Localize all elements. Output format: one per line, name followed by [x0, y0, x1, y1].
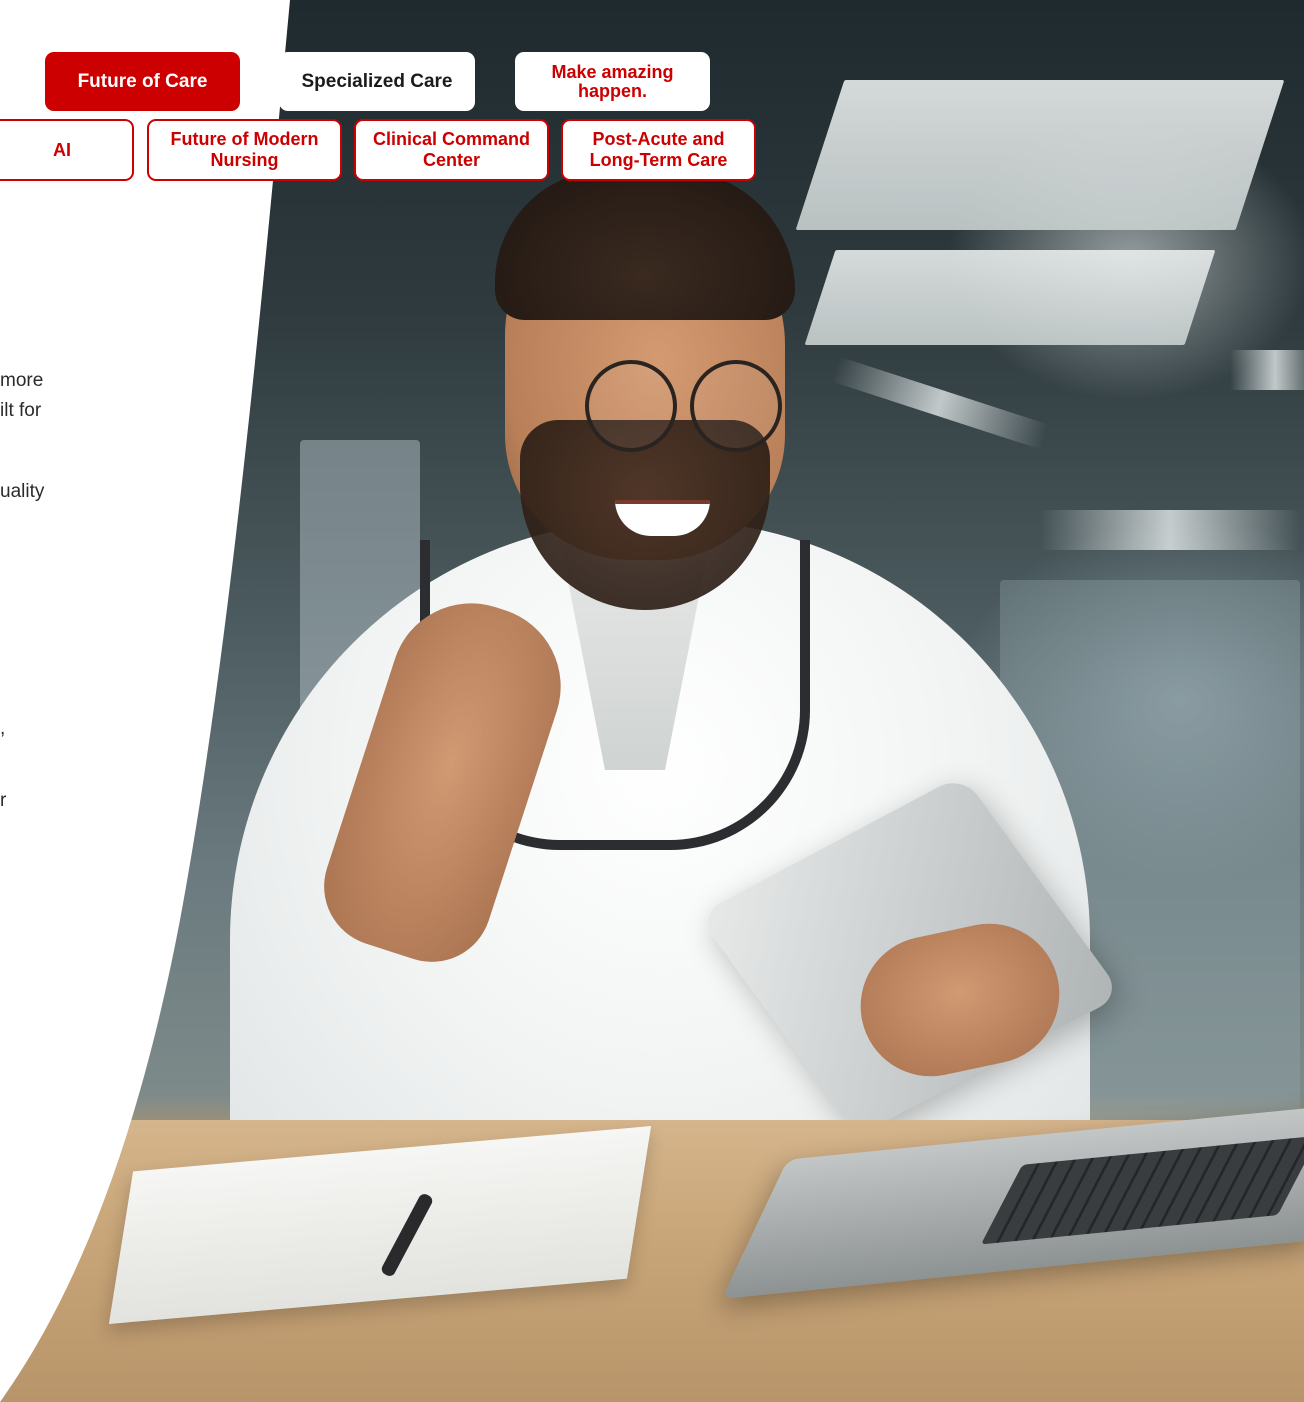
body-text-fragment: r: [0, 790, 7, 811]
tab-future-of-modern-nursing[interactable]: Future of Modern Nursing: [147, 119, 342, 181]
tab-post-acute-long-term-care[interactable]: Post-Acute and Long-Term Care: [561, 119, 756, 181]
tab-future-of-care[interactable]: Future of Care: [45, 52, 240, 111]
hero-section: more ilt for uality , r Future of Care S…: [0, 0, 1304, 1402]
body-text-fragment: more: [0, 370, 44, 391]
tab-ai[interactable]: AI: [0, 119, 134, 181]
tab-make-amazing-happen[interactable]: Make amazing happen.: [515, 52, 710, 111]
tab-specialized-care[interactable]: Specialized Care: [279, 52, 475, 111]
white-curve-panel: [0, 0, 290, 1402]
tab-previous-cut-off[interactable]: [0, 52, 5, 111]
body-text-fragment: uality: [0, 481, 45, 502]
body-text-fragment: ilt for: [0, 400, 42, 421]
body-text-fragment: ,: [0, 718, 6, 739]
tab-clinical-command-center[interactable]: Clinical Command Center: [354, 119, 549, 181]
